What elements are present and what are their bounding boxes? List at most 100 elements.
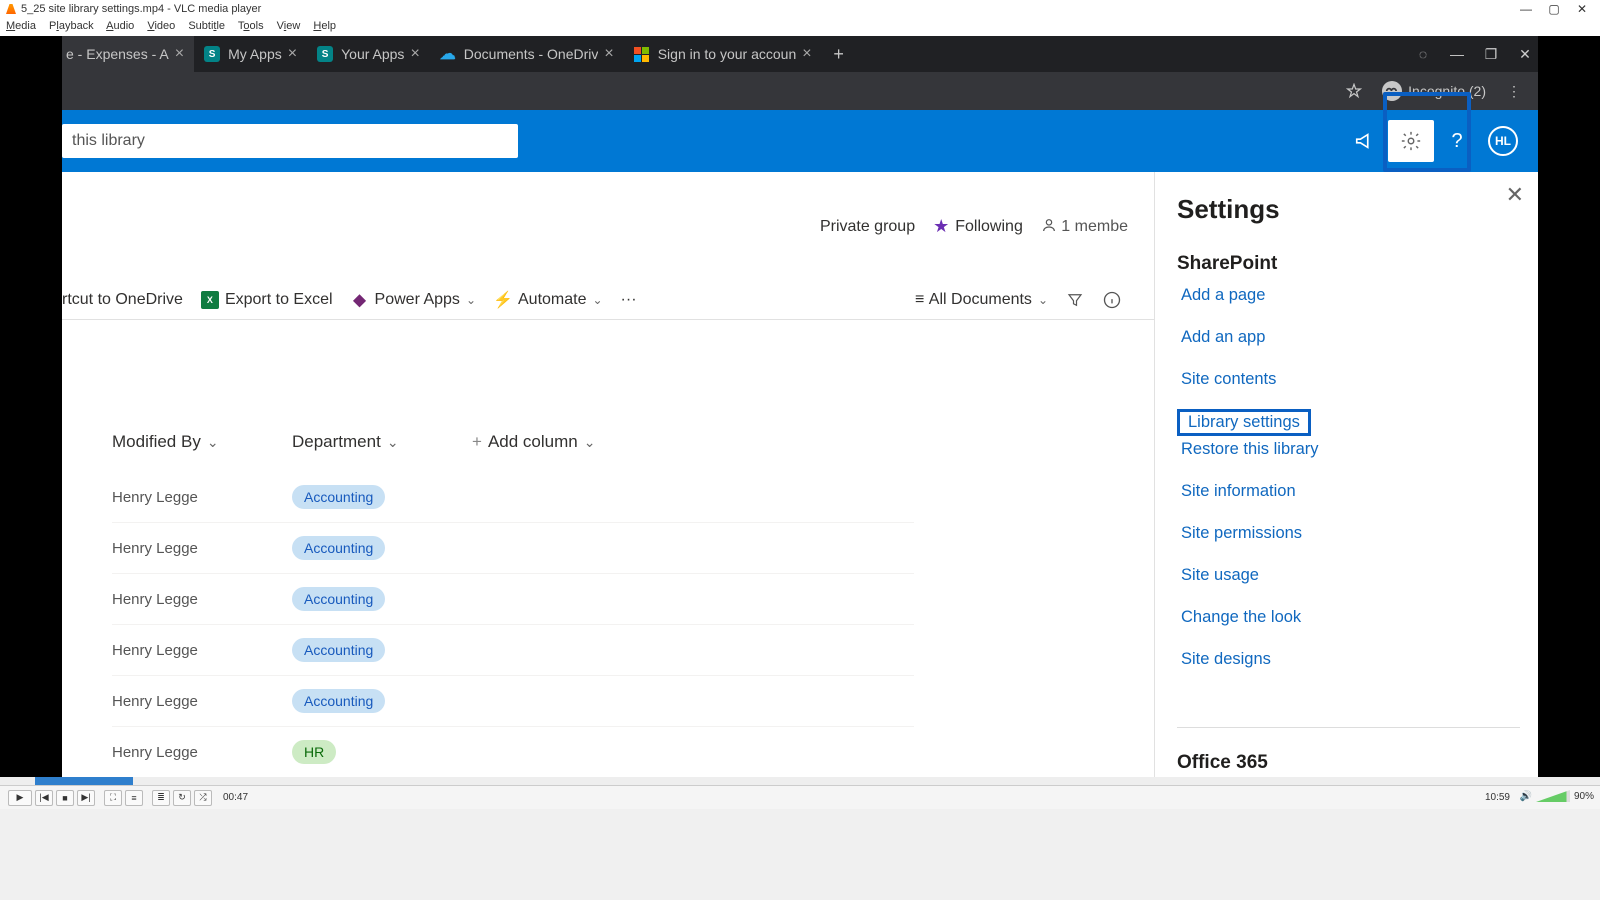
- tab-documents-onedrive[interactable]: ☁ Documents - OneDriv ×: [430, 36, 624, 72]
- incognito-indicator[interactable]: Incognito (2): [1374, 79, 1494, 103]
- shuffle-button[interactable]: ⤮: [194, 790, 212, 806]
- cast-icon[interactable]: ◌: [1406, 40, 1440, 68]
- dept-pill[interactable]: Accounting: [292, 638, 385, 662]
- dept-pill[interactable]: Accounting: [292, 536, 385, 560]
- stop-button[interactable]: ■: [56, 790, 74, 806]
- link-site-permissions[interactable]: Site permissions: [1177, 521, 1520, 546]
- info-icon[interactable]: [1102, 290, 1122, 310]
- close-icon[interactable]: ×: [604, 45, 613, 63]
- col-modified-by[interactable]: Modified By⌄: [112, 432, 292, 452]
- chevron-down-icon: ⌄: [387, 434, 399, 451]
- members-label[interactable]: 1 membe: [1041, 217, 1128, 236]
- close-button[interactable]: ✕: [1568, 2, 1596, 16]
- filter-icon[interactable]: [1066, 291, 1084, 309]
- bookmark-icon[interactable]: [1340, 77, 1368, 105]
- cmd-shortcut-onedrive[interactable]: rtcut to OneDrive: [62, 291, 183, 309]
- close-icon[interactable]: ×: [175, 45, 184, 63]
- group-info: Private group ★ Following 1 membe: [820, 216, 1128, 237]
- dept-pill[interactable]: Accounting: [292, 689, 385, 713]
- cell-department: Accounting: [292, 540, 472, 557]
- menu-audio[interactable]: Audio: [106, 20, 134, 32]
- help-icon[interactable]: ?: [1434, 118, 1480, 164]
- dept-pill[interactable]: Accounting: [292, 587, 385, 611]
- minimize-button[interactable]: —: [1512, 2, 1540, 16]
- chevron-down-icon: ⌄: [584, 434, 596, 451]
- settings-gear-button[interactable]: [1388, 118, 1434, 164]
- table-row[interactable]: Henry LeggeHR: [112, 727, 914, 777]
- suite-header: this library ? HL: [62, 110, 1538, 172]
- volume-slider[interactable]: [1536, 790, 1570, 802]
- link-site-information[interactable]: Site information: [1177, 479, 1520, 504]
- col-department[interactable]: Department⌄: [292, 432, 472, 452]
- cell-department: HR: [292, 744, 472, 761]
- menu-view[interactable]: View: [277, 20, 301, 32]
- dept-pill[interactable]: Accounting: [292, 485, 385, 509]
- link-site-usage[interactable]: Site usage: [1177, 563, 1520, 588]
- panel-close-button[interactable]: ✕: [1506, 182, 1524, 208]
- browser-close[interactable]: ✕: [1508, 40, 1542, 68]
- sharepoint-icon: S: [204, 46, 220, 62]
- onedrive-icon: ☁: [440, 46, 456, 62]
- menu-subtitle[interactable]: Subtitle: [188, 20, 225, 32]
- megaphone-icon[interactable]: [1342, 118, 1388, 164]
- link-site-designs[interactable]: Site designs: [1177, 647, 1520, 672]
- link-library-settings[interactable]: Library settings: [1177, 409, 1311, 436]
- link-add-a-page[interactable]: Add a page: [1177, 283, 1520, 308]
- link-add-an-app[interactable]: Add an app: [1177, 325, 1520, 350]
- table-body: Henry LeggeAccountingHenry LeggeAccounti…: [112, 472, 914, 777]
- close-icon[interactable]: ×: [802, 45, 811, 63]
- video-area: e - Expenses - A × S My Apps × S Your Ap…: [0, 36, 1600, 777]
- fullscreen-button[interactable]: ⛶: [104, 790, 122, 806]
- close-icon[interactable]: ×: [410, 45, 419, 63]
- dept-pill[interactable]: HR: [292, 740, 336, 764]
- tab-your-apps[interactable]: S Your Apps ×: [307, 36, 430, 72]
- list-icon: ≡: [915, 291, 929, 309]
- table-row[interactable]: Henry LeggeAccounting: [112, 574, 914, 625]
- settings-panel: ✕ Settings SharePoint Add a pageAdd an a…: [1154, 172, 1538, 777]
- browser-maximize[interactable]: ❐: [1474, 40, 1508, 68]
- play-button[interactable]: ▶: [8, 790, 32, 806]
- menu-video[interactable]: Video: [147, 20, 175, 32]
- link-site-contents[interactable]: Site contents: [1177, 367, 1520, 392]
- view-selector[interactable]: ≡ All Documents⌄: [915, 291, 1048, 309]
- table-header: Modified By⌄ Department⌄ +Add column⌄: [112, 432, 914, 452]
- cell-modified-by: Henry Legge: [112, 693, 292, 710]
- tab-sign-in[interactable]: Sign in to your accoun ×: [624, 36, 822, 72]
- search-input[interactable]: this library: [62, 124, 518, 158]
- seek-bar[interactable]: [0, 777, 1600, 785]
- mute-icon[interactable]: 🔊: [1520, 791, 1532, 802]
- cell-department: Accounting: [292, 489, 472, 506]
- browser-minimize[interactable]: —: [1440, 40, 1474, 68]
- playlist-button[interactable]: ≣: [152, 790, 170, 806]
- cmd-more[interactable]: ···: [621, 291, 637, 309]
- user-avatar[interactable]: HL: [1480, 118, 1526, 164]
- cmd-power-apps[interactable]: ◆Power Apps⌄: [351, 291, 476, 309]
- prev-button[interactable]: |◀: [35, 790, 53, 806]
- following-label[interactable]: Following: [955, 218, 1023, 236]
- cell-department: Accounting: [292, 693, 472, 710]
- maximize-button[interactable]: ▢: [1540, 2, 1568, 16]
- time-total: 10:59: [1485, 792, 1510, 803]
- ext-settings-button[interactable]: ≡: [125, 790, 143, 806]
- table-row[interactable]: Henry LeggeAccounting: [112, 625, 914, 676]
- menu-tools[interactable]: Tools: [238, 20, 264, 32]
- menu-playback[interactable]: Playback: [49, 20, 94, 32]
- tab-expenses[interactable]: e - Expenses - A ×: [62, 36, 194, 72]
- table-row[interactable]: Henry LeggeAccounting: [112, 676, 914, 727]
- privacy-label: Private group: [820, 218, 915, 236]
- cmd-export-excel[interactable]: XExport to Excel: [201, 291, 333, 309]
- link-restore-this-library[interactable]: Restore this library: [1177, 437, 1520, 462]
- close-icon[interactable]: ×: [288, 45, 297, 63]
- menu-help[interactable]: Help: [313, 20, 336, 32]
- tab-my-apps[interactable]: S My Apps ×: [194, 36, 307, 72]
- cmd-automate[interactable]: ⚡Automate⌄: [494, 291, 603, 309]
- browser-menu-icon[interactable]: ⋮: [1500, 77, 1528, 105]
- table-row[interactable]: Henry LeggeAccounting: [112, 472, 914, 523]
- table-row[interactable]: Henry LeggeAccounting: [112, 523, 914, 574]
- next-button[interactable]: ▶|: [77, 790, 95, 806]
- new-tab-button[interactable]: +: [822, 36, 856, 72]
- menu-media[interactable]: Media: [6, 20, 36, 32]
- link-change-the-look[interactable]: Change the look: [1177, 605, 1520, 630]
- loop-button[interactable]: ↻: [173, 790, 191, 806]
- add-column-button[interactable]: +Add column⌄: [472, 432, 595, 452]
